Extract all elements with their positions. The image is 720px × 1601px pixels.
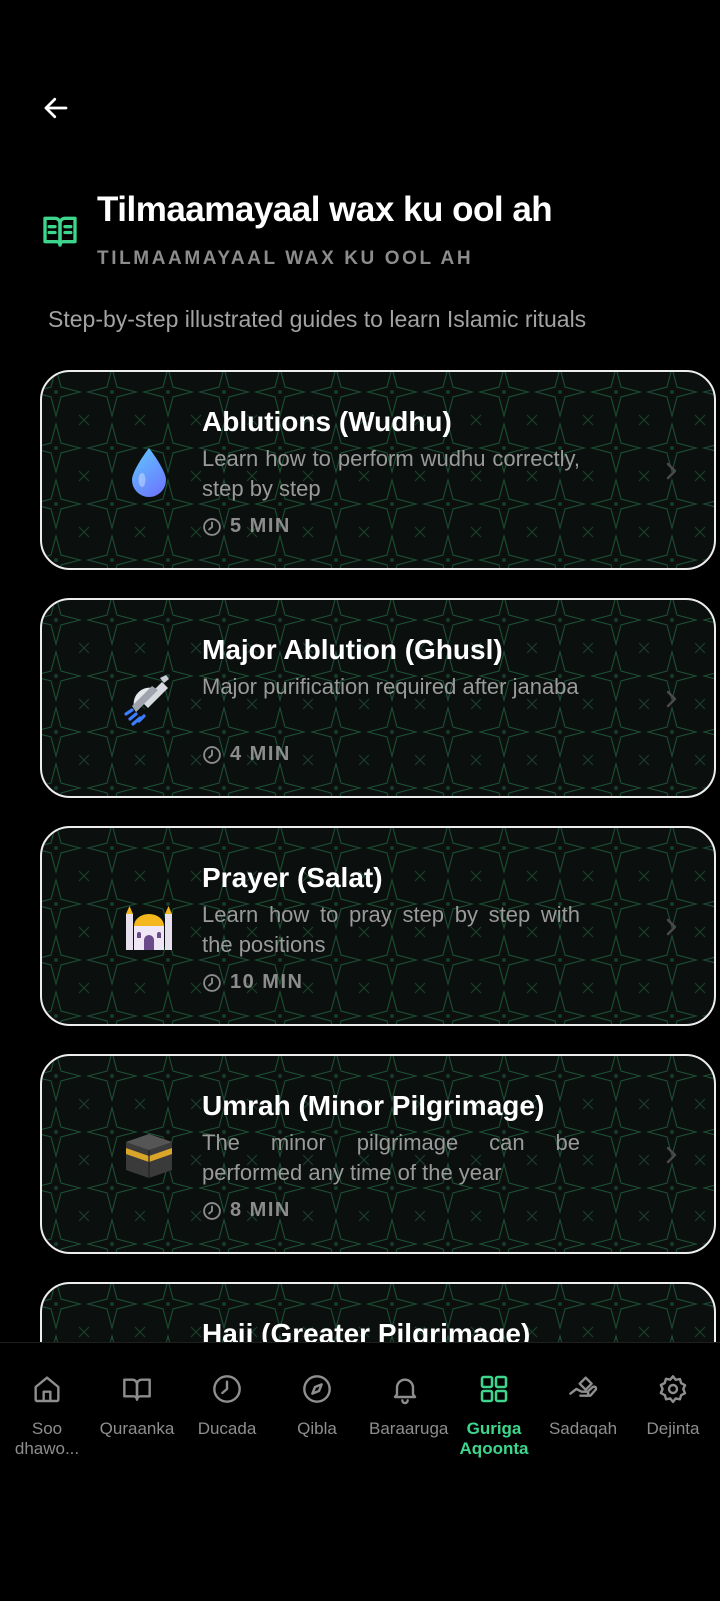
nav-label: Guriga Aqoonta: [459, 1419, 529, 1458]
guide-description: The minor pilgrimage can be performed an…: [202, 1130, 580, 1185]
chevron-right-icon: [666, 462, 677, 480]
guide-title: Prayer (Salat): [202, 862, 383, 893]
nav-item-home[interactable]: Soo dhawo...: [2, 1373, 92, 1459]
clock-icon: [203, 745, 221, 764]
water-drop-icon: [132, 448, 166, 497]
nav-item-sadaqah[interactable]: Sadaqah: [538, 1373, 628, 1439]
nav-label: Quraanka: [99, 1419, 175, 1438]
bottom-navigation: Soo dhawo... Quraanka Ducada Qibla Baraa…: [0, 1342, 720, 1601]
compass-icon: [303, 1375, 331, 1403]
guide-title: Hajj (Greater Pilgrimage): [202, 1318, 531, 1342]
clock-icon: [203, 517, 221, 536]
shower-icon: [124, 675, 169, 726]
nav-label: Soo dhawo...: [14, 1419, 80, 1458]
gear-icon: [659, 1375, 687, 1404]
nav-label: Qibla: [297, 1419, 337, 1438]
guide-description: Learn how to perform wudhu correctly, st…: [202, 446, 580, 501]
nav-label: Dejinta: [646, 1419, 700, 1438]
guide-title: Umrah (Minor Pilgrimage): [202, 1090, 545, 1121]
grid-icon: [480, 1375, 508, 1403]
clock-icon: [203, 973, 221, 992]
chevron-right-icon: [666, 690, 677, 708]
nav-label: Baraaruga: [369, 1419, 449, 1438]
nav-item-quran[interactable]: Quraanka: [92, 1373, 182, 1439]
chevron-right-icon: [666, 918, 677, 936]
guide-card-salat[interactable]: Prayer (Salat) Learn how to pray step by…: [40, 826, 716, 1026]
bell-icon: [393, 1378, 417, 1405]
nav-label: Ducada: [197, 1419, 257, 1438]
charity-hand-icon: [569, 1376, 598, 1397]
guide-card-ghusl[interactable]: Major Ablution (Ghusl) Major purificatio…: [40, 598, 716, 798]
duration-label: 4 MIN: [230, 743, 291, 765]
guide-description: Major purification required after janaba: [202, 674, 579, 699]
clock-icon: [213, 1375, 241, 1403]
duration-label: 8 MIN: [230, 1199, 291, 1221]
guide-description: Learn how to pray step by step with the …: [202, 902, 580, 957]
guide-list: Ablutions (Wudhu) Learn how to perform w…: [0, 0, 720, 1342]
mosque-icon: [126, 906, 172, 950]
book-icon: [123, 1378, 151, 1401]
nav-item-alerts[interactable]: Baraaruga: [360, 1373, 450, 1439]
nav-label: Sadaqah: [548, 1419, 618, 1438]
guide-duration: 8 MIN: [202, 1199, 291, 1222]
guide-duration: 5 MIN: [202, 515, 291, 538]
chevron-right-icon: [666, 1146, 677, 1164]
nav-item-knowledge-home[interactable]: Guriga Aqoonta: [449, 1373, 539, 1459]
guide-card-wudhu[interactable]: Ablutions (Wudhu) Learn how to perform w…: [40, 370, 716, 570]
nav-item-settings[interactable]: Dejinta: [628, 1373, 718, 1439]
nav-item-qibla[interactable]: Qibla: [272, 1373, 362, 1439]
nav-item-ducada[interactable]: Ducada: [182, 1373, 272, 1439]
guide-duration: 10 MIN: [202, 971, 303, 994]
guide-title: Ablutions (Wudhu): [202, 406, 452, 437]
home-icon: [34, 1376, 60, 1403]
guide-card-hajj[interactable]: Hajj (Greater Pilgrimage): [40, 1282, 716, 1342]
kaaba-icon: [126, 1134, 172, 1178]
guide-duration: 4 MIN: [202, 743, 291, 766]
guide-card-umrah[interactable]: Umrah (Minor Pilgrimage) The minor pilgr…: [40, 1054, 716, 1254]
duration-label: 5 MIN: [230, 515, 291, 537]
clock-icon: [203, 1201, 221, 1220]
duration-label: 10 MIN: [230, 971, 304, 993]
guide-title: Major Ablution (Ghusl): [202, 634, 503, 665]
